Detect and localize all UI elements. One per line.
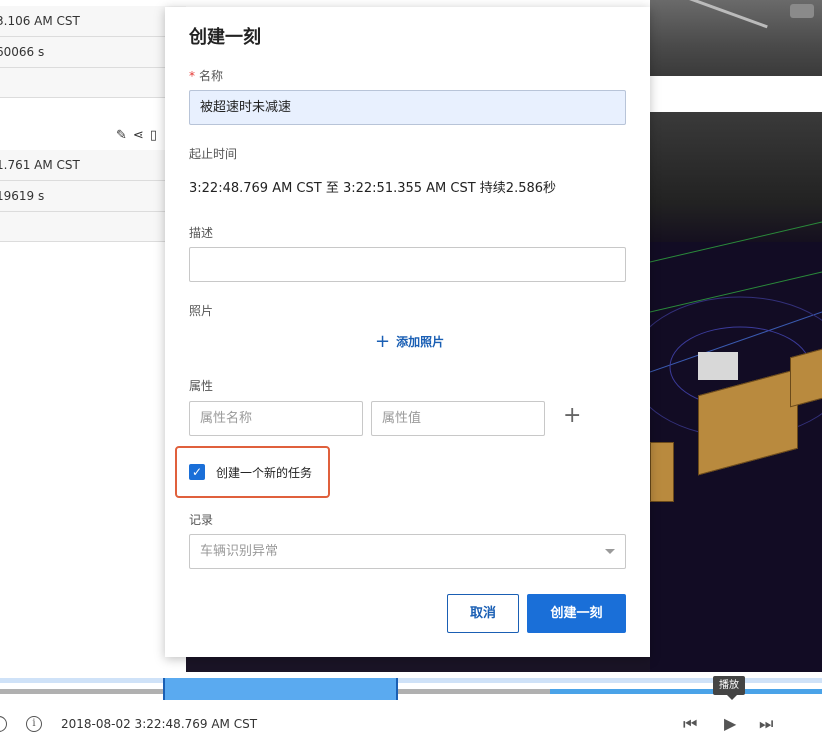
info-row-value: 19619 s: [0, 189, 45, 203]
ego-vehicle: [698, 352, 738, 380]
description-label: 描述: [189, 226, 214, 240]
camera-thumbnail[interactable]: [650, 0, 822, 76]
plus-icon: +: [375, 330, 391, 352]
lane-line: [650, 271, 822, 313]
time-label: 起止时间: [189, 147, 238, 161]
info-row-value: 60066 s: [0, 45, 45, 59]
info-row-empty: [0, 68, 186, 98]
attribute-name-input[interactable]: 属性名称: [189, 401, 363, 436]
attribute-name-placeholder: 属性名称: [200, 411, 253, 426]
attribute-value-input[interactable]: 属性值: [371, 401, 545, 436]
current-timestamp: 2018-08-02 3:22:48.769 AM CST: [61, 717, 258, 731]
info-row-empty: [0, 212, 186, 242]
info-row-value: 1.761 AM CST: [0, 158, 80, 172]
object-box[interactable]: [650, 442, 674, 502]
record-label: 记录: [189, 513, 214, 527]
timeline-bar: 播放 i 2018-08-02 3:22:48.769 AM CST ⏮ ▶ ⏭: [0, 672, 822, 744]
description-input[interactable]: [189, 247, 626, 282]
name-label: * 名称: [189, 67, 223, 84]
name-input[interactable]: 被超速时未减速: [189, 90, 626, 125]
edit-icon[interactable]: ✎: [116, 128, 127, 143]
info-row: 60066 s: [0, 37, 186, 68]
attributes-label: 属性: [189, 379, 214, 393]
info-icon[interactable]: i: [26, 716, 42, 732]
create-moment-dialog: 创建一刻 * 名称 被超速时未减速 起止时间 3:22:48.769 AM CST…: [165, 7, 650, 657]
delete-icon[interactable]: ▯: [150, 128, 157, 143]
play-tooltip: 播放: [713, 676, 745, 700]
dropdown-arrow-icon: [605, 549, 615, 554]
point-cloud-view[interactable]: [650, 112, 822, 672]
record-select[interactable]: 车辆识别异常: [189, 534, 626, 569]
info-row-value: 3.106 AM CST: [0, 14, 80, 28]
tool-icons: ✎ ⋖ ▯: [116, 128, 157, 143]
moment-selection-range[interactable]: [163, 678, 398, 700]
scene-bottom-strip: [186, 656, 650, 672]
attribute-value-placeholder: 属性值: [382, 411, 422, 426]
share-icon[interactable]: ⋖: [133, 128, 144, 143]
left-info-panel: 3.106 AM CST 60066 s ✎ ⋖ ▯ 1.761 AM CST …: [0, 0, 186, 672]
record-select-placeholder: 车辆识别异常: [200, 544, 279, 559]
name-label-text: 名称: [199, 69, 224, 83]
add-photo-button[interactable]: + 添加照片: [375, 330, 445, 352]
required-mark: *: [189, 69, 195, 83]
cancel-button[interactable]: 取消: [447, 594, 519, 633]
skip-back-icon[interactable]: ⏮: [683, 714, 697, 734]
info-row: 19619 s: [0, 181, 186, 212]
circle-icon[interactable]: [0, 716, 7, 732]
lane-line: [650, 221, 822, 263]
create-task-label[interactable]: 创建一个新的任务: [216, 464, 312, 481]
create-task-checkbox[interactable]: ✓: [189, 464, 205, 480]
add-photo-label: 添加照片: [396, 335, 445, 349]
info-row: 1.761 AM CST: [0, 150, 186, 181]
car-shape: [790, 4, 814, 18]
info-row: 3.106 AM CST: [0, 6, 186, 37]
skip-forward-icon[interactable]: ⏭: [759, 714, 773, 734]
photos-label: 照片: [189, 304, 214, 318]
add-attribute-plus-icon[interactable]: +: [563, 405, 581, 427]
dialog-title: 创建一刻: [189, 27, 261, 48]
time-range-text: 3:22:48.769 AM CST 至 3:22:51.355 AM CST …: [189, 181, 557, 196]
object-box[interactable]: [790, 346, 822, 408]
create-moment-button[interactable]: 创建一刻: [527, 594, 626, 633]
timeline-progress: [550, 689, 822, 694]
timeline-track[interactable]: [0, 678, 822, 683]
play-icon[interactable]: ▶: [724, 714, 736, 733]
road-line: [682, 0, 768, 29]
